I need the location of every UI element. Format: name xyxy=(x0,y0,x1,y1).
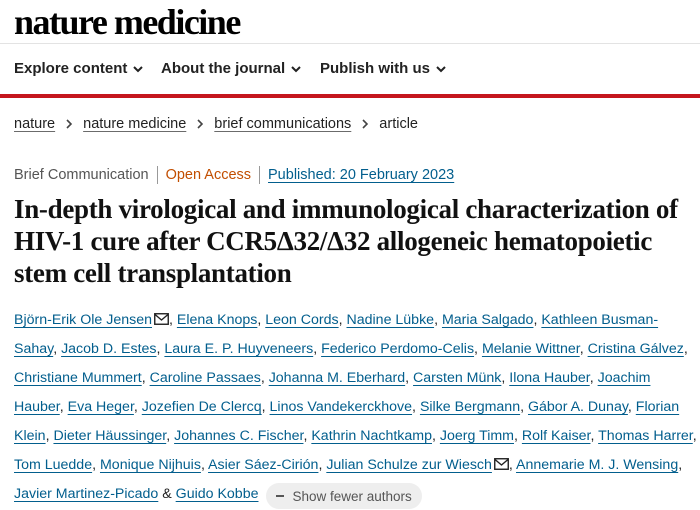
author-link[interactable]: Jozefien De Clercq xyxy=(142,399,262,415)
author-link[interactable]: Leon Cords xyxy=(265,312,338,328)
article-type: Brief Communication xyxy=(14,167,149,183)
author-link[interactable]: Kathrin Nachtkamp xyxy=(311,428,432,444)
author-link[interactable]: Thomas Harrer xyxy=(598,428,693,444)
author-link[interactable]: Carsten Münk xyxy=(413,370,501,386)
author-link[interactable]: Johannes C. Fischer xyxy=(174,428,303,444)
author-link[interactable]: Björn-Erik Ole Jensen xyxy=(14,312,152,328)
main-nav: Explore content About the journal Publis… xyxy=(0,43,700,95)
nav-item-label: Explore content xyxy=(14,60,128,77)
meta-divider xyxy=(259,166,261,184)
author-link[interactable]: Asier Sáez-Cirión xyxy=(208,457,318,473)
author-link[interactable]: Javier Martinez-Picado xyxy=(14,486,158,502)
breadcrumb-nature[interactable]: nature xyxy=(14,116,55,132)
chevron-down-icon xyxy=(436,65,446,72)
article-title: In-depth virological and immunological c… xyxy=(14,194,678,288)
breadcrumb-current: article xyxy=(379,116,418,132)
author-link[interactable]: Johanna M. Eberhard xyxy=(269,370,405,386)
mail-icon[interactable] xyxy=(493,452,509,470)
author-link[interactable]: Cristina Gálvez xyxy=(588,341,684,357)
breadcrumb-nature-medicine[interactable]: nature medicine xyxy=(83,116,186,132)
nav-item-label: About the journal xyxy=(161,60,286,77)
author-link[interactable]: Caroline Passaes xyxy=(150,370,261,386)
breadcrumb: nature nature medicine brief communicati… xyxy=(14,116,418,132)
author-link[interactable]: Maria Salgado xyxy=(442,312,534,328)
chevron-right-icon xyxy=(362,119,369,129)
author-link[interactable]: Eva Heger xyxy=(68,399,134,415)
author-link[interactable]: Annemarie M. J. Wensing xyxy=(516,457,678,473)
author-link[interactable]: Tom Luedde xyxy=(14,457,92,473)
author-link[interactable]: Christiane Mummert xyxy=(14,370,142,386)
chevron-right-icon xyxy=(197,119,204,129)
breadcrumb-brief-communications[interactable]: brief communications xyxy=(214,116,351,132)
author-link[interactable]: Ilona Hauber xyxy=(509,370,589,386)
author-link[interactable]: Monique Nijhuis xyxy=(100,457,201,473)
author-link[interactable]: Melanie Wittner xyxy=(482,341,580,357)
chevron-down-icon xyxy=(291,65,301,72)
author-link[interactable]: Laura E. P. Huyveneers xyxy=(164,341,313,357)
open-access-badge: Open Access xyxy=(165,167,252,183)
author-link[interactable]: Elena Knops xyxy=(177,312,257,328)
author-link[interactable]: Guido Kobbe xyxy=(176,486,259,502)
nav-publish-with-us[interactable]: Publish with us xyxy=(320,60,446,77)
author-link[interactable]: Joerg Timm xyxy=(440,428,514,444)
nav-item-label: Publish with us xyxy=(320,60,431,77)
article-meta: Brief Communication Open Access Publishe… xyxy=(14,166,454,184)
published-date-link[interactable]: Published: 20 February 2023 xyxy=(268,167,454,183)
journal-logo[interactable]: nature medicine xyxy=(14,1,241,43)
meta-divider xyxy=(156,166,158,184)
author-link[interactable]: Linos Vandekerckhove xyxy=(270,399,413,415)
author-link[interactable]: Dieter Häussinger xyxy=(53,428,166,444)
author-link[interactable]: Jacob D. Estes xyxy=(61,341,156,357)
mail-icon[interactable] xyxy=(154,307,169,325)
author-link[interactable]: Julian Schulze zur Wiesch xyxy=(326,457,492,473)
chevron-down-icon xyxy=(133,65,144,72)
show-fewer-authors-button[interactable]: Show fewer authors xyxy=(266,483,422,509)
nav-explore-content[interactable]: Explore content xyxy=(14,60,144,77)
author-link[interactable]: Rolf Kaiser xyxy=(522,428,591,444)
author-list: Björn-Erik Ole Jensen, Elena Knops, Leon… xyxy=(14,306,698,509)
author-link[interactable]: Federico Perdomo-Celis xyxy=(321,341,474,357)
nav-about-journal[interactable]: About the journal xyxy=(161,60,301,77)
author-link[interactable]: Nadine Lübke xyxy=(347,312,435,328)
author-link[interactable]: Silke Bergmann xyxy=(420,399,520,415)
minus-icon xyxy=(276,495,285,497)
author-link[interactable]: Gábor A. Dunay xyxy=(528,399,628,415)
show-fewer-authors-label: Show fewer authors xyxy=(292,488,412,504)
chevron-right-icon xyxy=(66,119,73,129)
nav-accent-bar xyxy=(0,94,700,98)
